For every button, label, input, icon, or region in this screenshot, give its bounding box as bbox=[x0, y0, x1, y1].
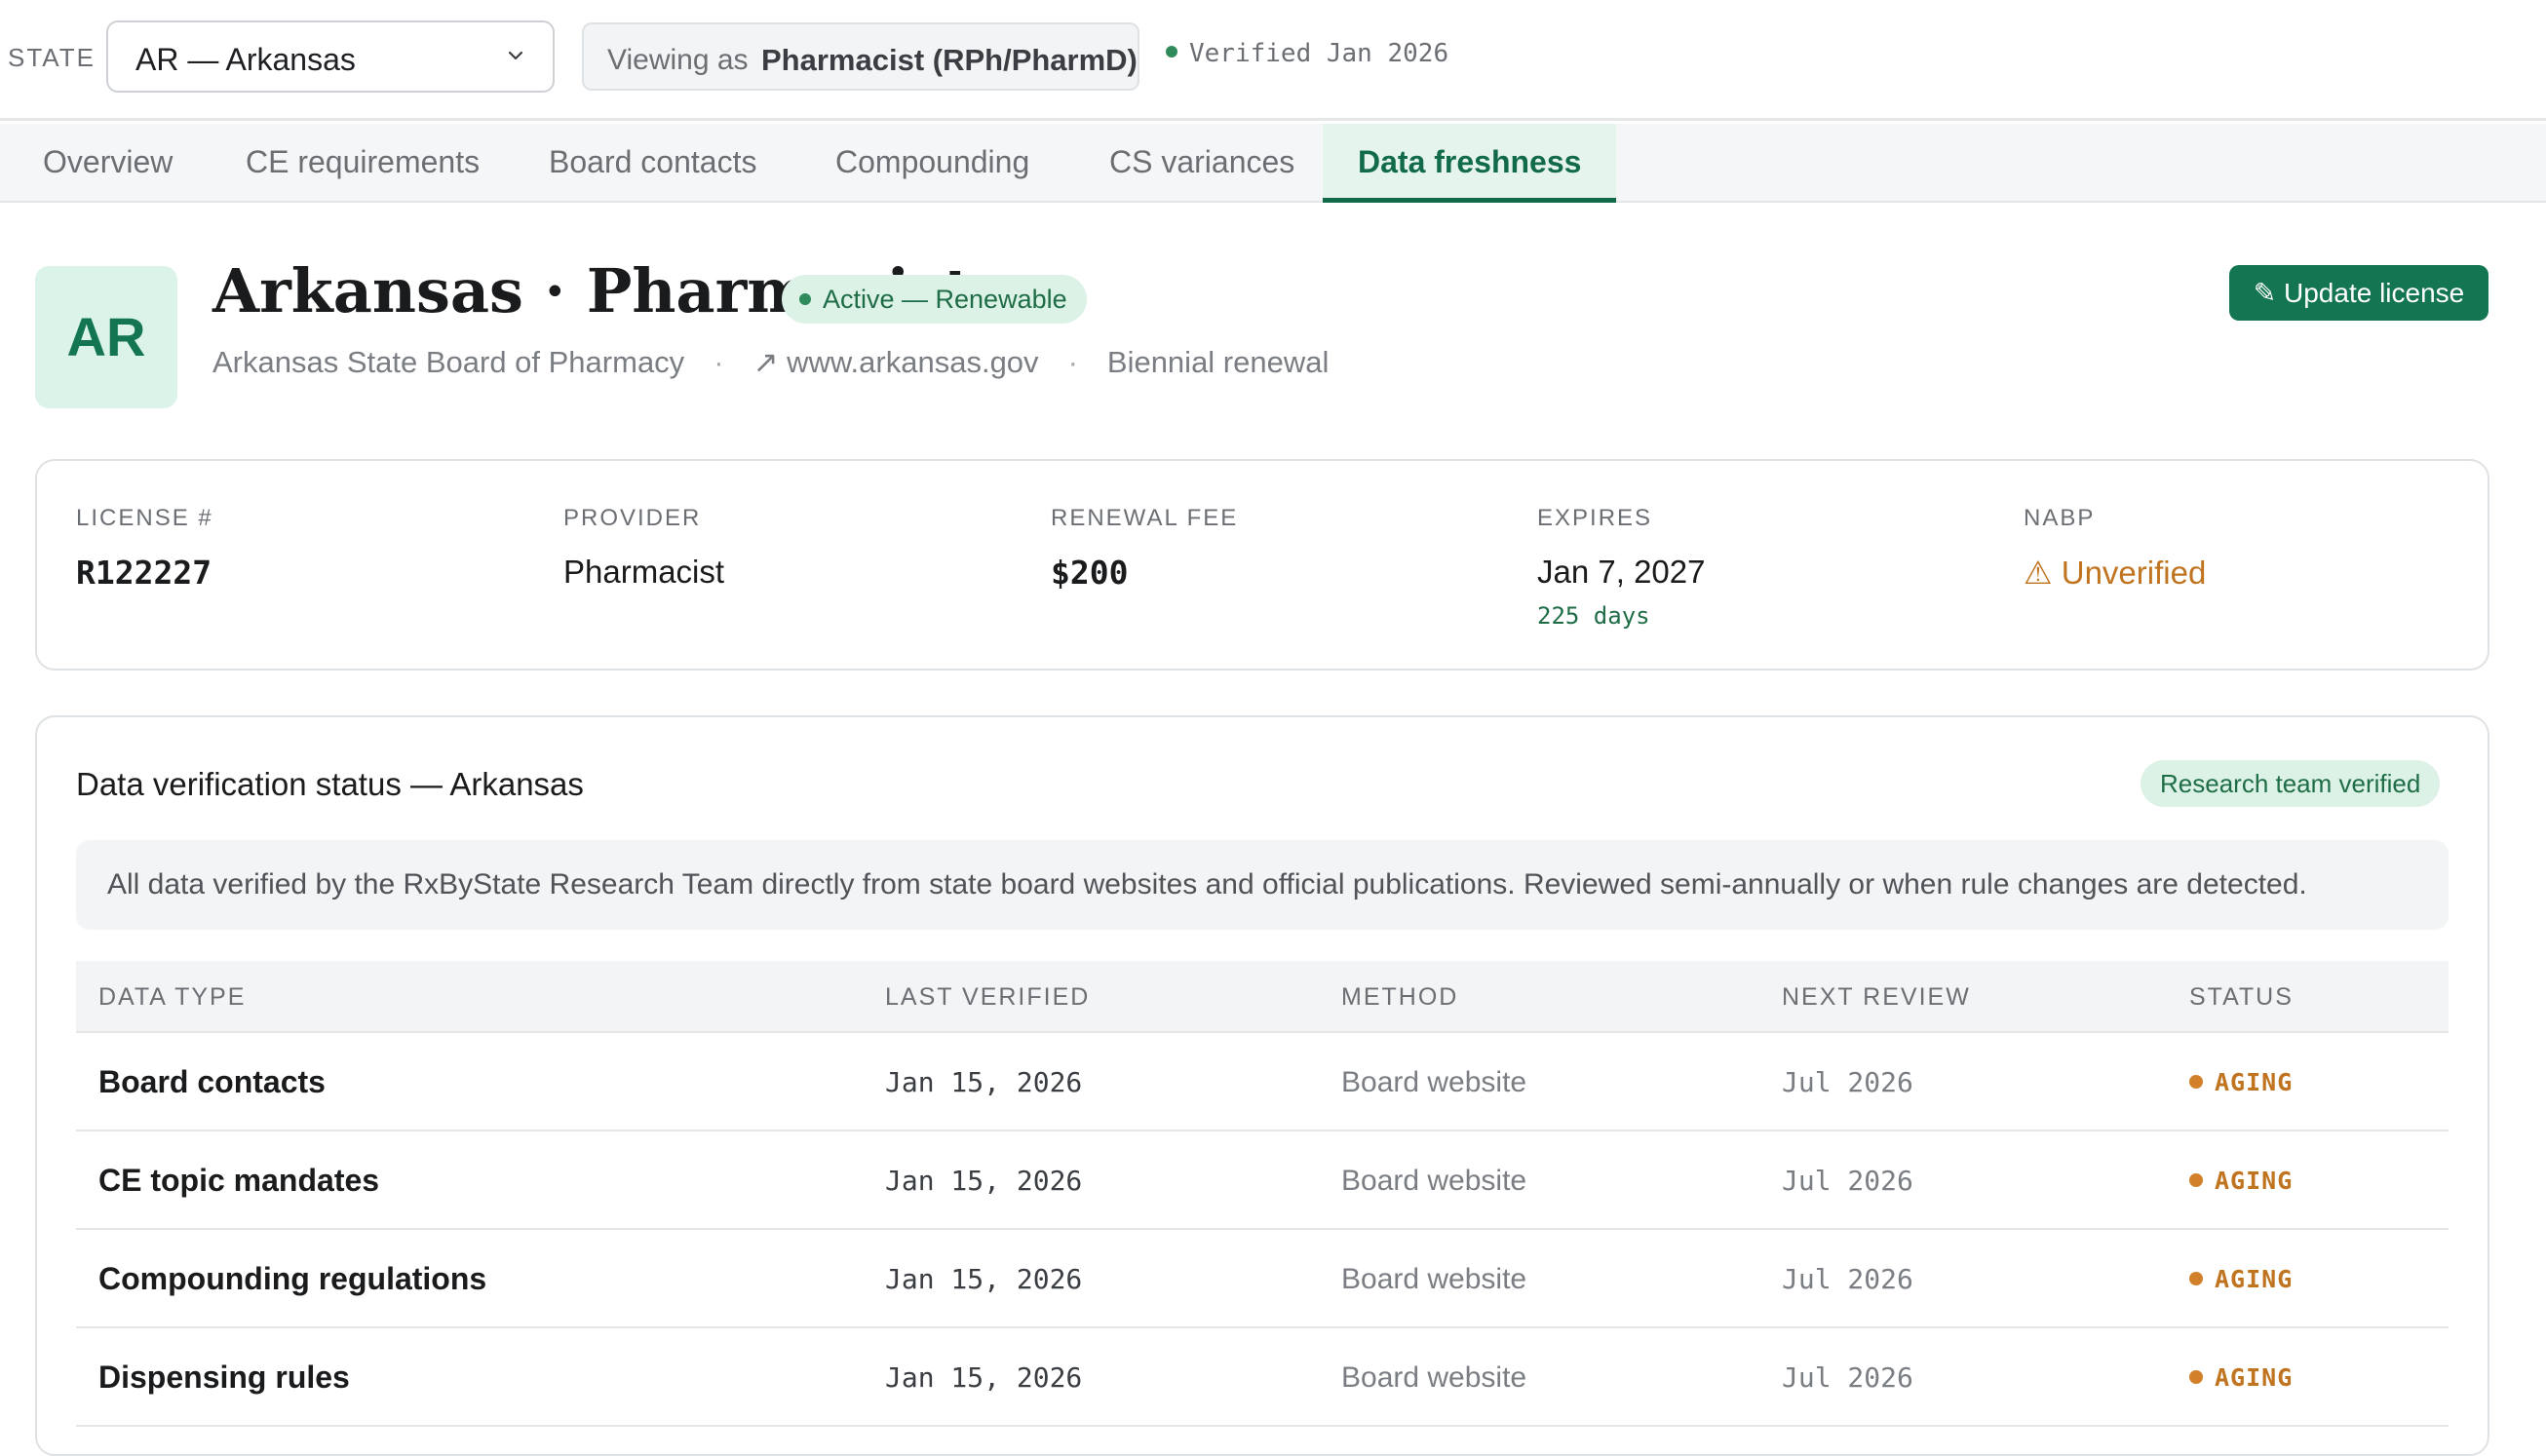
column-header-data-type: DATA TYPE bbox=[98, 983, 247, 1011]
status-cell: AGING bbox=[2189, 1328, 2293, 1427]
aging-dot-icon bbox=[2189, 1370, 2203, 1384]
data-type-cell: CE topic mandates bbox=[98, 1163, 380, 1198]
column-header-last-verified: LAST VERIFIED bbox=[885, 983, 1091, 1011]
update-license-button[interactable]: ✎ Update license bbox=[2229, 265, 2488, 321]
state-avatar: AR bbox=[35, 266, 177, 408]
status-badge: Active — Renewable bbox=[782, 275, 1087, 324]
status-cell: AGING bbox=[2189, 1131, 2293, 1230]
status-cell: AGING bbox=[2189, 1230, 2293, 1328]
board-name: Arkansas State Board of Pharmacy bbox=[212, 345, 685, 379]
expires-value: Jan 7, 2027 bbox=[1537, 554, 1706, 590]
last-verified-cell: Jan 15, 2026 bbox=[885, 1361, 1083, 1394]
viewing-as-role: Pharmacist (RPh/PharmD) bbox=[761, 43, 1138, 77]
next-review-cell: Jul 2026 bbox=[1782, 1263, 1913, 1295]
column-header-method: METHOD bbox=[1341, 983, 1459, 1011]
verified-indicator: Verified Jan 2026 bbox=[1166, 39, 1448, 68]
viewing-as-chip: Viewing as Pharmacist (RPh/PharmD) bbox=[582, 22, 1139, 91]
status-label: AGING bbox=[2215, 1068, 2294, 1096]
state-select[interactable]: AR — Arkansas bbox=[106, 20, 555, 93]
tab-compounding[interactable]: Compounding bbox=[800, 124, 1064, 203]
renewal-cycle: Biennial renewal bbox=[1106, 345, 1330, 379]
tab-cs-variances[interactable]: CS variances bbox=[1074, 124, 1330, 203]
chevron-down-icon bbox=[508, 51, 523, 60]
nabp-field: NABP ⚠ Unverified bbox=[2024, 505, 2206, 592]
separator: · bbox=[1067, 345, 1078, 379]
aging-dot-icon bbox=[2189, 1272, 2203, 1285]
verification-table: DATA TYPE LAST VERIFIED METHOD NEXT REVI… bbox=[76, 961, 2449, 1427]
last-verified-cell: Jan 15, 2026 bbox=[885, 1263, 1083, 1295]
aging-dot-icon bbox=[2189, 1173, 2203, 1187]
next-review-cell: Jul 2026 bbox=[1782, 1361, 1913, 1394]
column-header-status: STATUS bbox=[2189, 983, 2294, 1011]
data-type-cell: Compounding regulations bbox=[98, 1261, 487, 1296]
header-subline: Arkansas State Board of Pharmacy · ↗ www.a… bbox=[212, 345, 1329, 380]
nabp-label: NABP bbox=[2024, 505, 2096, 531]
verified-dot-icon bbox=[1166, 45, 1177, 57]
status-label: AGING bbox=[2215, 1265, 2294, 1293]
expires-field: EXPIRES Jan 7, 2027 225 days bbox=[1537, 505, 1705, 630]
last-verified-cell: Jan 15, 2026 bbox=[885, 1066, 1083, 1098]
viewing-as-label: Viewing as bbox=[607, 44, 749, 76]
tab-overview[interactable]: Overview bbox=[8, 124, 208, 203]
tab-bar: Overview CE requirements Board contacts … bbox=[0, 124, 2546, 203]
provider-value: Pharmacist bbox=[563, 554, 725, 590]
tab-board-contacts[interactable]: Board contacts bbox=[514, 124, 791, 203]
next-review-cell: Jul 2026 bbox=[1782, 1066, 1913, 1098]
renewal-fee-value: $200 bbox=[1051, 554, 1129, 592]
license-number-field: LICENSE # R122227 bbox=[76, 505, 213, 592]
research-verified-badge: Research team verified bbox=[2141, 760, 2441, 807]
table-row[interactable]: Dispensing rules Jan 15, 2026 Board webs… bbox=[76, 1328, 2449, 1427]
verification-note: All data verified by the RxByState Resea… bbox=[76, 840, 2449, 930]
nabp-value: ⚠ Unverified bbox=[2024, 555, 2207, 591]
method-cell: Board website bbox=[1341, 1361, 1527, 1394]
renewal-fee-field: RENEWAL FEE $200 bbox=[1051, 505, 1238, 592]
column-header-next-review: NEXT REVIEW bbox=[1782, 983, 1971, 1011]
provider-label: PROVIDER bbox=[563, 505, 702, 531]
expires-label: EXPIRES bbox=[1537, 505, 1653, 531]
license-info-card: LICENSE # R122227 PROVIDER Pharmacist RE… bbox=[35, 459, 2489, 671]
state-select-value: AR — Arkansas bbox=[135, 42, 356, 77]
status-label: AGING bbox=[2215, 1363, 2294, 1392]
expires-days: 225 days bbox=[1537, 602, 1650, 630]
status-cell: AGING bbox=[2189, 1033, 2293, 1131]
renewal-fee-label: RENEWAL FEE bbox=[1051, 505, 1239, 531]
method-cell: Board website bbox=[1341, 1066, 1527, 1098]
status-badge-label: Active — Renewable bbox=[823, 285, 1067, 314]
method-cell: Board website bbox=[1341, 1165, 1527, 1197]
table-header: DATA TYPE LAST VERIFIED METHOD NEXT REVI… bbox=[76, 961, 2449, 1033]
license-number-value: R122227 bbox=[76, 554, 212, 592]
verified-text: Verified Jan 2026 bbox=[1189, 39, 1449, 68]
provider-field: PROVIDER Pharmacist bbox=[563, 505, 724, 591]
table-row[interactable]: CE topic mandates Jan 15, 2026 Board web… bbox=[76, 1131, 2449, 1230]
top-bar: STATE AR — Arkansas Viewing as Pharmacis… bbox=[0, 0, 2546, 121]
license-number-label: LICENSE # bbox=[76, 505, 213, 531]
tab-data-freshness[interactable]: Data freshness bbox=[1323, 124, 1617, 203]
aging-dot-icon bbox=[2189, 1075, 2203, 1089]
last-verified-cell: Jan 15, 2026 bbox=[885, 1165, 1083, 1197]
verification-title: Data verification status — Arkansas bbox=[76, 766, 584, 802]
status-dot-icon bbox=[799, 292, 811, 305]
state-label: STATE bbox=[8, 43, 96, 72]
tab-ce-requirements[interactable]: CE requirements bbox=[211, 124, 515, 203]
data-type-cell: Board contacts bbox=[98, 1064, 326, 1099]
data-type-cell: Dispensing rules bbox=[98, 1360, 350, 1395]
board-website-link[interactable]: ↗ www.arkansas.gov bbox=[753, 345, 1039, 379]
method-cell: Board website bbox=[1341, 1263, 1527, 1295]
status-label: AGING bbox=[2215, 1167, 2294, 1195]
separator: · bbox=[714, 345, 724, 379]
verification-card: Data verification status — Arkansas Rese… bbox=[35, 715, 2489, 1456]
next-review-cell: Jul 2026 bbox=[1782, 1165, 1913, 1197]
table-row[interactable]: Compounding regulations Jan 15, 2026 Boa… bbox=[76, 1230, 2449, 1328]
table-row[interactable]: Board contacts Jan 15, 2026 Board websit… bbox=[76, 1033, 2449, 1131]
